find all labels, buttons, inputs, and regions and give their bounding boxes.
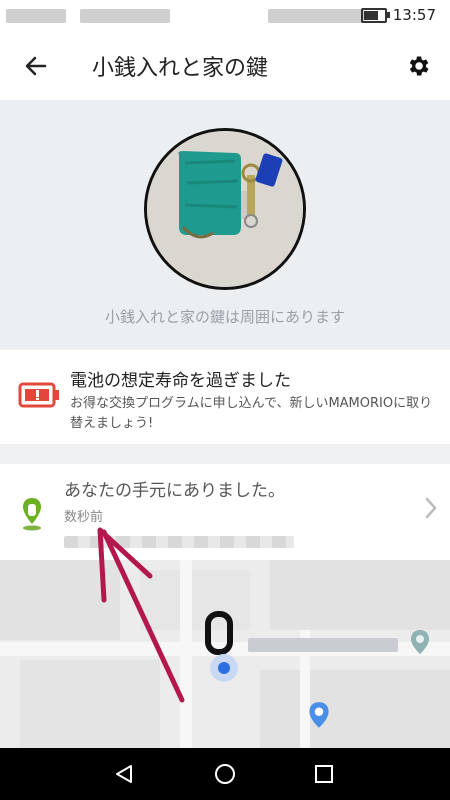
circle-home-icon bbox=[215, 764, 235, 784]
square-recents-icon bbox=[315, 765, 333, 783]
nav-back-button[interactable] bbox=[110, 760, 138, 788]
system-nav-bar bbox=[0, 748, 450, 800]
triangle-back-icon bbox=[116, 765, 132, 783]
annotation-arrow bbox=[97, 527, 185, 703]
nav-home-button[interactable] bbox=[211, 760, 239, 788]
nav-recents-button[interactable] bbox=[310, 760, 338, 788]
